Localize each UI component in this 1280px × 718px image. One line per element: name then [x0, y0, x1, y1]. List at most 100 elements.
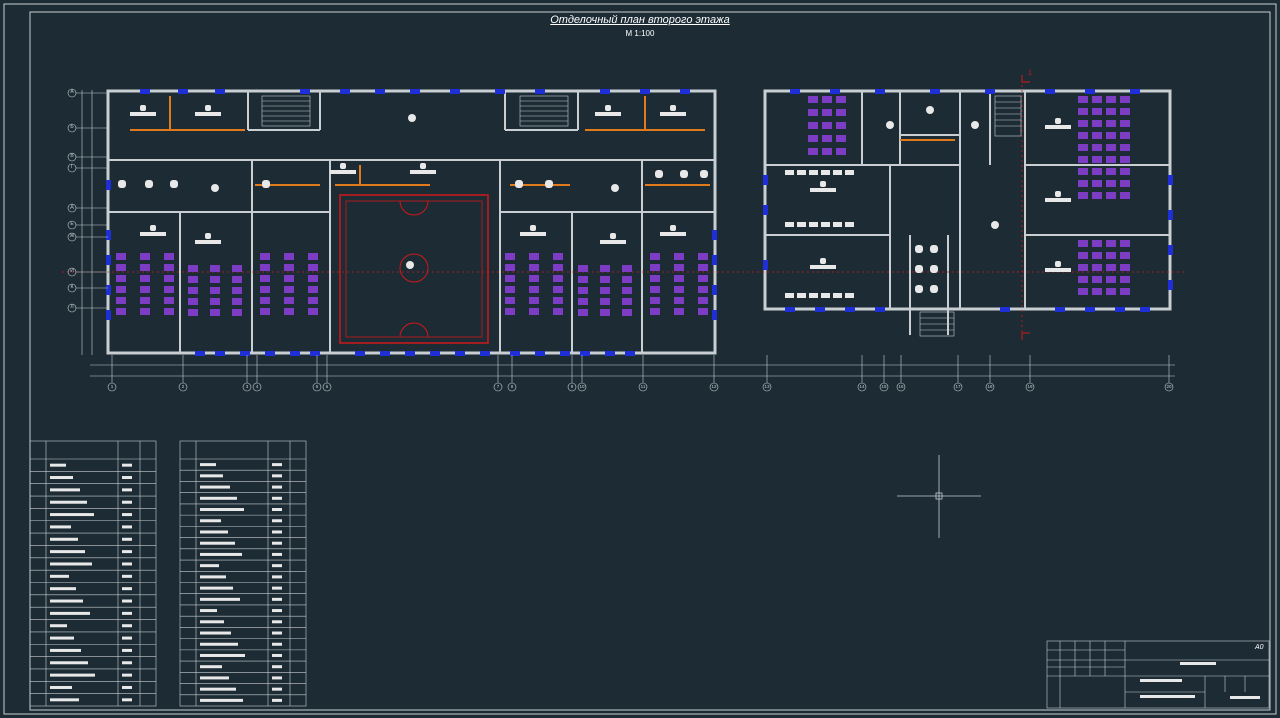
desk: [164, 275, 174, 282]
desk: [260, 286, 270, 293]
table-cell-text: [200, 575, 226, 579]
teacher-desk: [595, 112, 621, 116]
window: [355, 351, 365, 356]
desk: [1120, 120, 1130, 127]
desk: [622, 298, 632, 305]
desk: [1078, 240, 1088, 247]
window: [106, 310, 111, 320]
axis-label-9: 9: [570, 384, 574, 389]
table-cell-text: [50, 685, 72, 689]
window: [290, 351, 300, 356]
table-cell-text: [50, 599, 83, 603]
window: [495, 89, 505, 94]
window: [875, 89, 885, 94]
teacher-desk: [810, 265, 836, 269]
staircase-mid: [519, 95, 569, 127]
desk: [836, 96, 846, 103]
desk: [1078, 132, 1088, 139]
computer-desk: [809, 293, 818, 298]
teacher-desk: [810, 188, 836, 192]
desk: [698, 253, 708, 260]
table-cell-text: [200, 653, 245, 657]
axis-label-Л: Л: [70, 304, 74, 310]
plan-group: [62, 75, 1185, 392]
wc-fixture: [930, 285, 938, 293]
desk: [1120, 180, 1130, 187]
desk: [1078, 180, 1088, 187]
desk: [1106, 264, 1116, 271]
desk: [1092, 240, 1102, 247]
desk: [308, 253, 318, 260]
chair: [1055, 118, 1061, 124]
desk: [674, 308, 684, 315]
window: [1168, 175, 1173, 185]
window: [480, 351, 490, 356]
table-cell-value: [272, 687, 282, 691]
desk: [260, 297, 270, 304]
table-cell-text: [50, 673, 95, 677]
window: [640, 89, 650, 94]
window: [215, 89, 225, 94]
table-cell-value: [122, 636, 132, 640]
computer-desk: [785, 293, 794, 298]
table-cell-value: [122, 698, 132, 702]
desk: [600, 287, 610, 294]
desk: [836, 109, 846, 116]
axis-label-Б: Б: [70, 124, 74, 130]
desk: [505, 264, 515, 271]
desk: [674, 297, 684, 304]
desk: [1078, 276, 1088, 283]
chair: [205, 233, 211, 239]
drawing-scale: М 1:100: [625, 29, 655, 38]
window: [580, 351, 590, 356]
computer-desk: [809, 222, 818, 227]
desk: [1092, 168, 1102, 175]
desk: [578, 287, 588, 294]
table-cell-text: [200, 676, 229, 680]
axis-label-12: 12: [711, 384, 717, 389]
table-cell-value: [122, 488, 132, 492]
desk: [650, 297, 660, 304]
window: [830, 89, 840, 94]
window: [790, 89, 800, 94]
table-cell-value: [122, 525, 132, 529]
window: [1085, 307, 1095, 312]
table-cell-value: [272, 631, 282, 635]
window: [340, 89, 350, 94]
desk: [1120, 144, 1130, 151]
computer-desk: [845, 293, 854, 298]
wc-fixture: [262, 180, 270, 188]
desk: [188, 276, 198, 283]
teacher-desk: [1045, 125, 1071, 129]
teacher-desk: [140, 232, 166, 236]
table-cell-text: [50, 550, 85, 554]
table-cell-value: [122, 500, 132, 504]
computer-desk: [833, 293, 842, 298]
axis-label-Е: Е: [70, 221, 74, 227]
desk: [1078, 96, 1088, 103]
table-cell-value: [122, 587, 132, 591]
computer-desk: [797, 170, 806, 175]
table-cell-text: [50, 488, 80, 492]
axis-label-И: И: [70, 268, 74, 274]
table-cell-text: [50, 636, 74, 640]
desk: [822, 122, 832, 129]
window: [712, 310, 717, 320]
desk: [529, 308, 539, 315]
table-cell-value: [122, 513, 132, 517]
teacher-desk: [195, 112, 221, 116]
teacher-desk: [1045, 268, 1071, 272]
desk: [808, 109, 818, 116]
table-cell-text: [200, 552, 242, 556]
room-tag: [926, 106, 934, 114]
window: [380, 351, 390, 356]
desk: [808, 122, 818, 129]
window: [560, 351, 570, 356]
desk: [1106, 276, 1116, 283]
section-mark-bottom: [1021, 332, 1030, 340]
room-tag: [991, 221, 999, 229]
desk: [210, 287, 220, 294]
room-tag: [406, 261, 414, 269]
window: [106, 255, 111, 265]
table-cell-text: [50, 698, 79, 702]
